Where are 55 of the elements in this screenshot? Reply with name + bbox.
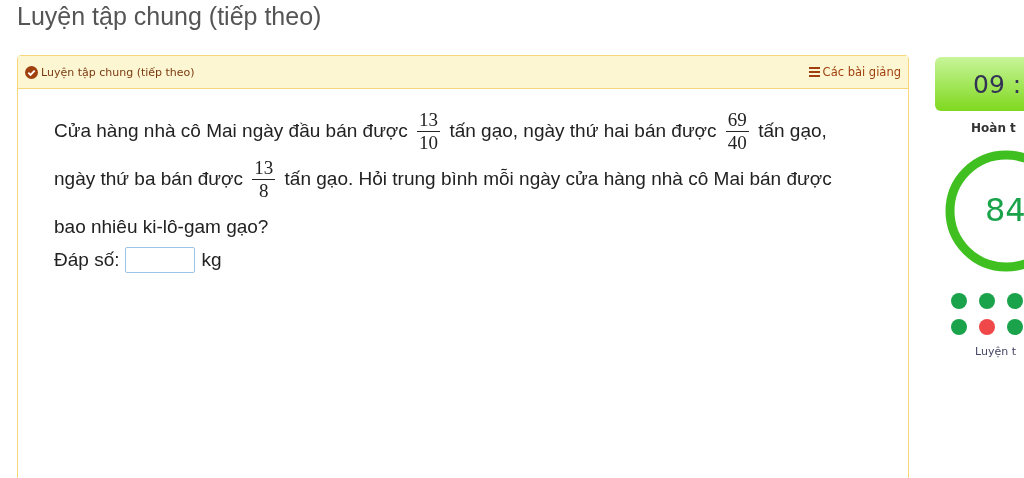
problem-word: bán	[160, 168, 193, 189]
problem-word: thứ	[569, 120, 599, 141]
problem-word: gạo.	[316, 168, 354, 189]
problem-word: tấn	[449, 120, 476, 141]
problem-word: ki-lô-gam	[142, 216, 221, 237]
problem-word: thứ	[100, 168, 130, 189]
problem-word: bán	[634, 120, 667, 141]
problem-word: nhà	[651, 168, 683, 189]
problem-word: ngày	[519, 168, 561, 189]
progress-percent: 84	[985, 191, 1024, 229]
problem-word: hai	[603, 120, 630, 141]
problem-word: Cửa	[54, 120, 91, 141]
answer-label: Đáp số:	[54, 249, 120, 271]
problem-word: cô	[688, 168, 709, 189]
problem-word: Mai	[206, 120, 237, 141]
problem-word: cô	[180, 120, 201, 141]
problem-word: gạo,	[481, 120, 519, 141]
problem-word: ngày	[54, 168, 96, 189]
problem-word: gạo?	[226, 216, 269, 237]
problem-word: cửa	[565, 168, 599, 189]
problem-word: hàng	[96, 120, 139, 141]
menu-icon	[808, 67, 820, 77]
problem-word: ngày	[523, 120, 565, 141]
progress-label: Hoàn t	[971, 121, 1017, 135]
problem-word: bán	[325, 120, 358, 141]
problem-word: được	[671, 120, 717, 141]
problem-word: bán	[749, 168, 782, 189]
problem-word: mỗi	[483, 168, 514, 189]
problem-word: hàng	[603, 168, 646, 189]
footer-label: Luyện t	[975, 345, 1017, 358]
unit-label: kg	[201, 249, 222, 271]
problem-word: tấn	[758, 120, 785, 141]
problem-word: Hỏi	[358, 168, 388, 189]
problem-word: bao	[54, 216, 86, 237]
problem-word: nhà	[143, 120, 176, 141]
fraction: 13 10	[417, 109, 441, 155]
problem-word: gạo,	[789, 120, 827, 141]
page-title: Luyện tập chung (tiếp theo)	[16, 1, 323, 32]
problem-word: đầu	[288, 120, 321, 141]
fraction: 69 40	[725, 109, 749, 155]
lessons-link[interactable]: Các bài giảng	[808, 65, 901, 79]
problem-word: tấn	[284, 168, 311, 189]
problem-word: bình	[440, 168, 478, 189]
problem-word: trung	[392, 168, 436, 189]
timer: 09 :	[935, 57, 1024, 111]
problem-word: được	[362, 120, 408, 141]
problem-word: được	[197, 168, 243, 189]
answer-field[interactable]	[125, 247, 196, 273]
card-title: Luyện tập chung (tiếp theo)	[41, 65, 195, 79]
problem-word: ngày	[242, 120, 284, 141]
problem-word: ba	[134, 168, 156, 189]
problem-word: nhiêu	[91, 216, 138, 237]
problem-word: Mai	[713, 168, 745, 189]
fraction: 13 8	[252, 157, 276, 203]
problem-word: được	[786, 168, 832, 189]
